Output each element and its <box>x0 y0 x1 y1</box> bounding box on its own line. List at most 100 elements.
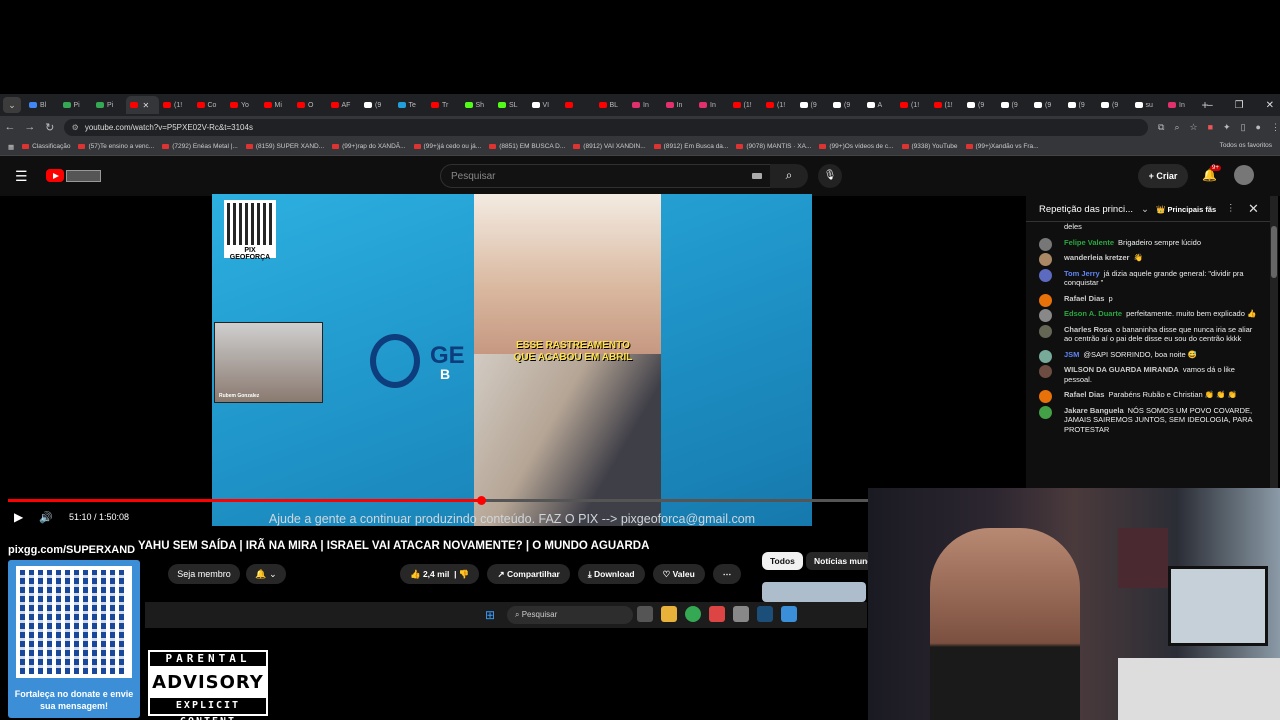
browser-tab[interactable]: Te <box>394 96 428 114</box>
like-button[interactable]: 👍 2,4 mil | 👎 <box>400 564 480 584</box>
forward-arrow-icon[interactable]: → <box>20 121 40 133</box>
browser-tab[interactable]: (9 <box>1030 96 1064 114</box>
browser-tab[interactable]: A <box>863 96 897 114</box>
chat-scrollbar-thumb[interactable] <box>1271 226 1277 278</box>
chat-scrollbar[interactable] <box>1270 196 1278 488</box>
browser-tab[interactable]: In <box>1164 96 1198 114</box>
account-avatar[interactable] <box>1234 165 1254 185</box>
browser-tab[interactable]: (9 <box>360 96 394 114</box>
bookmark-item[interactable]: (8912) Em Busca da... <box>653 143 728 150</box>
tab-search-button[interactable]: ⌄ <box>3 97 21 113</box>
browser-tab[interactable]: (9 <box>829 96 863 114</box>
install-icon[interactable]: ⧉ <box>1158 122 1164 133</box>
seek-bar-handle[interactable] <box>477 496 486 505</box>
chat-author[interactable]: Edson A. Duarte <box>1064 309 1122 318</box>
app-icon[interactable] <box>709 606 725 622</box>
more-actions-icon[interactable]: ⋯ <box>712 564 742 584</box>
browser-tab[interactable]: Yo <box>226 96 260 114</box>
bookmark-item[interactable]: (99+)rap do XANDÃ... <box>332 143 406 150</box>
chat-avatar[interactable] <box>1039 324 1052 338</box>
chat-author[interactable]: Rafael Dias <box>1064 390 1104 399</box>
search-input[interactable]: Pesquisar <box>440 164 775 188</box>
address-bar[interactable]: ⚙ youtube.com/watch?v=P5PXE02V-Rc&t=3104… <box>63 118 1149 136</box>
file-explorer-icon[interactable] <box>661 606 677 622</box>
chat-author[interactable]: Charles Rosa <box>1064 325 1112 334</box>
chat-author[interactable]: Rafael Dias <box>1064 294 1104 303</box>
bookmark-item[interactable]: (99+)Xandão vs Fra... <box>965 143 1039 150</box>
share-button[interactable]: ↗ Compartilhar <box>487 564 570 584</box>
chat-more-icon[interactable]: ⋮ <box>1226 203 1236 214</box>
chat-avatar[interactable] <box>1039 349 1052 363</box>
close-window-icon[interactable]: ✕ <box>1266 100 1274 111</box>
apps-grid-icon[interactable]: ▦ <box>8 143 14 151</box>
chat-avatar[interactable] <box>1039 293 1052 307</box>
bookmark-item[interactable]: Classificação <box>22 143 70 150</box>
browser-tab[interactable]: Tr <box>427 96 461 114</box>
browser-tab[interactable]: (9 <box>796 96 830 114</box>
chat-title[interactable]: Repetição das princi... <box>1039 204 1133 215</box>
zoom-icon[interactable]: ⌕ <box>1174 122 1179 133</box>
microphone-icon[interactable]: 🎙 <box>818 164 842 188</box>
minimize-icon[interactable]: – <box>1207 100 1213 111</box>
bookmark-item[interactable]: (57)Te ensino a venc... <box>78 143 154 150</box>
thanks-button[interactable]: ♡ Valeu <box>652 564 705 584</box>
search-button-icon[interactable]: ⌕ <box>770 164 808 188</box>
chat-author[interactable]: JSM <box>1064 350 1079 359</box>
settings-icon[interactable] <box>733 606 749 622</box>
chrome-icon[interactable] <box>685 606 701 622</box>
bookmark-item[interactable]: (7292) Enéas Metal |... <box>162 143 238 150</box>
bookmark-item[interactable]: (9078) MANTIS · XA... <box>736 143 811 150</box>
browser-tab[interactable]: In <box>695 96 729 114</box>
subscribe-bell-icon[interactable]: 🔔 ⌄ <box>246 564 286 584</box>
chat-avatar[interactable] <box>1039 237 1052 251</box>
browser-tab[interactable]: (1! <box>930 96 964 114</box>
video-player[interactable]: PIX GEOFORÇA Rubem Gonzalez GE B ESSE RA… <box>212 194 812 526</box>
browser-tab[interactable]: Co <box>193 96 227 114</box>
chat-avatar[interactable] <box>1039 268 1052 282</box>
chat-avatar[interactable] <box>1039 253 1052 266</box>
puzzle-icon[interactable]: ✦ <box>1223 122 1231 133</box>
browser-tab[interactable]: O <box>293 96 327 114</box>
browser-tab[interactable]: AF <box>327 96 361 114</box>
photos-icon[interactable] <box>781 606 797 622</box>
browser-tab[interactable]: (1! <box>729 96 763 114</box>
chip-all[interactable]: Todos <box>762 552 803 570</box>
task-view-icon[interactable] <box>637 606 653 622</box>
tab-close-icon[interactable]: ✕ <box>143 101 150 110</box>
windows-start-icon[interactable]: ⊞ <box>485 608 495 622</box>
join-button[interactable]: Seja membro <box>168 564 240 584</box>
chat-avatar[interactable] <box>1039 365 1052 378</box>
browser-tab[interactable]: In <box>628 96 662 114</box>
profile-icon[interactable]: ● <box>1256 122 1261 132</box>
recommended-thumbnail[interactable] <box>762 582 866 602</box>
sidepanel-icon[interactable]: ▯ <box>1241 122 1246 133</box>
chat-author[interactable]: wanderleia kretzer <box>1064 253 1129 262</box>
browser-tab[interactable]: ✕ <box>125 96 159 114</box>
chat-author[interactable]: Tom Jerry <box>1064 269 1100 278</box>
browser-tab[interactable]: In <box>662 96 696 114</box>
top-fans-badge[interactable]: 👑 Principais fãs <box>1156 205 1216 214</box>
browser-tab[interactable]: (9 <box>997 96 1031 114</box>
download-button[interactable]: ⤓ Download <box>577 564 645 584</box>
browser-tab[interactable]: Bl <box>25 96 59 114</box>
keyboard-icon[interactable] <box>752 173 762 179</box>
bookmark-star-icon[interactable]: ☆ <box>1190 122 1198 133</box>
site-info-icon[interactable]: ⚙ <box>72 123 79 132</box>
steam-icon[interactable] <box>757 606 773 622</box>
bookmark-item[interactable]: (8159) SUPER XAND... <box>245 143 324 150</box>
youtube-logo-icon[interactable] <box>46 169 64 182</box>
browser-tab[interactable]: Mi <box>260 96 294 114</box>
menu-dots-icon[interactable]: ⋮ <box>1271 122 1280 133</box>
reload-icon[interactable]: ↻ <box>40 121 60 134</box>
chat-avatar[interactable] <box>1039 309 1052 322</box>
chat-author[interactable]: Felipe Valente <box>1064 238 1114 247</box>
taskbar-search[interactable]: ⌕ Pesquisar <box>507 606 633 624</box>
chat-author[interactable]: Jakare Banguela <box>1064 406 1124 415</box>
browser-tab[interactable]: (9 <box>1097 96 1131 114</box>
menu-hamburger-icon[interactable]: ☰ <box>15 168 28 185</box>
bookmark-item[interactable]: (99+)Os vídeos de c... <box>819 143 894 150</box>
chat-avatar[interactable] <box>1039 405 1052 419</box>
browser-tab[interactable]: (1! <box>762 96 796 114</box>
bookmark-item[interactable]: (8912) VAI XANDIN... <box>573 143 646 150</box>
browser-tab[interactable] <box>561 96 595 114</box>
